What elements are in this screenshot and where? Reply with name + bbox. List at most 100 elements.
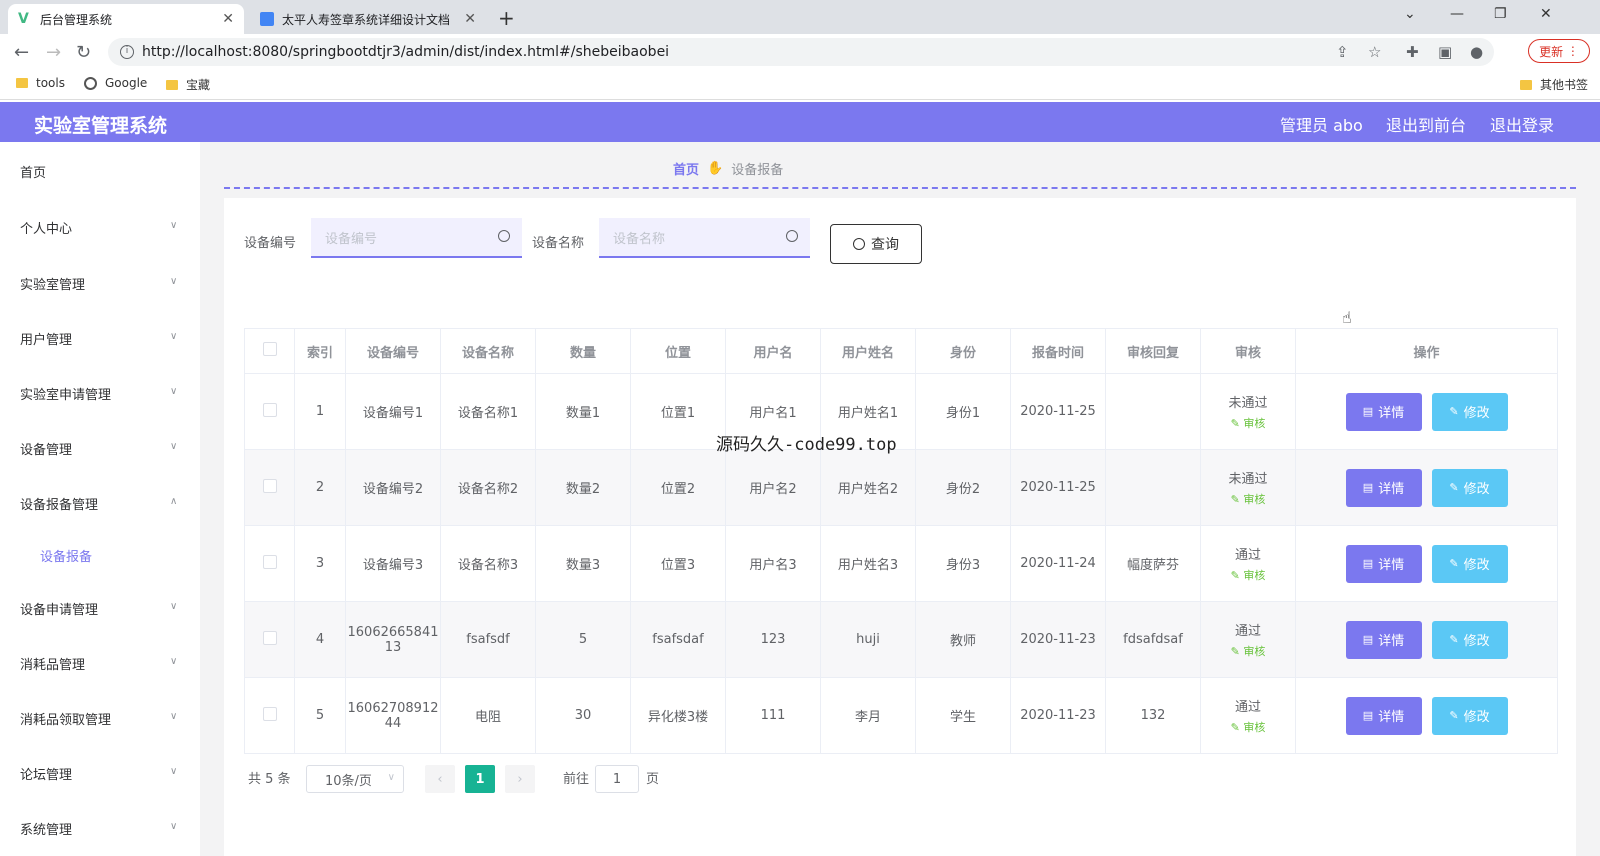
audit-link[interactable]: ✎ 审核	[1201, 491, 1295, 507]
detail-button[interactable]: ▤ 详情	[1345, 392, 1422, 431]
back-to-front-link[interactable]: 退出到前台	[1386, 112, 1466, 136]
window-close-icon[interactable]: ✕	[1540, 6, 1552, 22]
detail-button[interactable]: ▤ 详情	[1345, 620, 1422, 659]
bookmark-tools[interactable]: tools	[16, 76, 65, 90]
folder-icon	[16, 78, 28, 88]
device-no-label: 设备编号	[244, 236, 297, 251]
sidebar-item-device-application[interactable]: 设备申请管理	[20, 599, 98, 618]
detail-button[interactable]: ▤ 详情	[1345, 468, 1422, 507]
sidebar-item-lab[interactable]: 实验室管理	[20, 274, 85, 293]
row-checkbox[interactable]	[262, 478, 277, 493]
chevron-up-icon: ∧	[170, 496, 178, 507]
chevron-down-icon: ∨	[170, 441, 178, 452]
device-name-input[interactable]: 设备名称	[599, 218, 810, 258]
cell-audit: 未通过 ✎ 审核	[1200, 449, 1296, 526]
star-icon[interactable]: ☆	[1368, 43, 1381, 61]
page-size-select[interactable]: 10条/页 ∨	[306, 765, 404, 793]
extensions-icon[interactable]: ✚	[1406, 43, 1419, 61]
minimize-icon[interactable]: —	[1450, 6, 1464, 22]
cell-time: 2020-11-24	[1010, 525, 1106, 602]
logout-link[interactable]: 退出登录	[1490, 112, 1554, 136]
edit-button[interactable]: ✎ 修改	[1431, 392, 1508, 431]
audit-link[interactable]: ✎ 审核	[1201, 719, 1295, 735]
row-checkbox[interactable]	[262, 402, 277, 417]
bookmark-other[interactable]: 其他书签	[1520, 76, 1588, 93]
chevron-down-icon: ∨	[170, 276, 178, 287]
device-no-input[interactable]: 设备编号	[311, 218, 522, 258]
sidebar-item-devices[interactable]: 设备管理	[20, 439, 72, 458]
edit-label: 修改	[1463, 482, 1490, 497]
goto-suffix: 页	[646, 772, 660, 787]
reload-icon[interactable]: ↻	[76, 42, 91, 63]
breadcrumb-home[interactable]: 首页	[673, 159, 699, 178]
audit-link[interactable]: ✎ 审核	[1201, 415, 1295, 431]
side-panel-icon[interactable]: ▣	[1438, 43, 1452, 61]
new-tab-icon[interactable]: +	[498, 6, 515, 30]
cell-device-no: 设备编号1	[345, 373, 441, 450]
query-button[interactable]: 查询	[830, 224, 922, 264]
browser-tab-inactive[interactable]: 太平人寿签章系统详细设计文档 ✕	[250, 4, 486, 34]
page-number-current[interactable]: 1	[465, 765, 495, 793]
sidebar-item-device-report[interactable]: 设备报备管理	[20, 494, 98, 513]
select-all-checkbox[interactable]	[262, 342, 277, 356]
audit-link[interactable]: ✎ 审核	[1201, 643, 1295, 659]
cell-device-name: fsafsdf	[440, 601, 536, 678]
cell-location: 位置1	[630, 373, 726, 450]
edit-button[interactable]: ✎ 修改	[1431, 544, 1508, 583]
folder-icon	[1520, 79, 1532, 90]
sidebar-item-lab-application[interactable]: 实验室申请管理	[20, 384, 111, 403]
sidebar-item-consumables[interactable]: 消耗品管理	[20, 654, 85, 673]
edit-button[interactable]: ✎ 修改	[1431, 468, 1508, 507]
overlay-watermark-text: 源码久久-code99.top	[716, 435, 897, 455]
info-icon[interactable]: i	[120, 45, 134, 59]
cell-identity: 学生	[915, 677, 1011, 754]
vue-icon: V	[18, 11, 29, 27]
edit-label: 修改	[1463, 558, 1490, 573]
row-checkbox[interactable]	[262, 706, 277, 721]
browser-tab-active[interactable]: V 后台管理系统 ✕	[8, 4, 244, 34]
edit-button[interactable]: ✎ 修改	[1431, 620, 1508, 659]
next-page-button[interactable]: ›	[505, 765, 535, 793]
detail-label: 详情	[1378, 558, 1405, 573]
address-bar[interactable]: i http://localhost:8080/springbootdtjr3/…	[108, 38, 1494, 66]
back-icon[interactable]: ←	[14, 42, 29, 63]
detail-button[interactable]: ▤ 详情	[1345, 696, 1422, 735]
row-checkbox[interactable]	[262, 554, 277, 569]
prev-page-button[interactable]: ‹	[425, 765, 455, 793]
forward-icon[interactable]: →	[46, 42, 61, 63]
app-header: 实验室管理系统 管理员 abo 退出到前台 退出登录	[0, 102, 1600, 142]
cell-qty: 数量1	[535, 373, 631, 450]
sidebar-item-forum[interactable]: 论坛管理	[20, 764, 72, 783]
sidebar-item-home[interactable]: 首页	[20, 162, 46, 181]
document-icon: ▤	[1362, 405, 1374, 418]
cell-location: fsafsdaf	[630, 601, 726, 678]
close-icon[interactable]: ✕	[222, 11, 234, 27]
edit-button[interactable]: ✎ 修改	[1431, 696, 1508, 735]
detail-label: 详情	[1378, 710, 1405, 725]
audit-link[interactable]: ✎ 审核	[1201, 567, 1295, 583]
edit-icon: ✎	[1449, 405, 1459, 418]
close-icon[interactable]: ✕	[464, 11, 476, 27]
row-select-cell	[244, 601, 295, 678]
detail-button[interactable]: ▤ 详情	[1345, 544, 1422, 583]
row-checkbox[interactable]	[262, 630, 277, 645]
sidebar-item-consumable-pickup[interactable]: 消耗品领取管理	[20, 709, 111, 728]
share-icon[interactable]: ⇪	[1336, 43, 1349, 61]
document-icon: ▤	[1362, 709, 1374, 722]
profile-icon[interactable]: ●	[1470, 43, 1483, 61]
sidebar-item-system[interactable]: 系统管理	[20, 819, 72, 838]
cell-index: 1	[294, 373, 346, 450]
edit-label: 修改	[1463, 406, 1490, 421]
sidebar-subitem-device-report[interactable]: 设备报备	[40, 546, 92, 565]
chevron-down-icon: ∨	[170, 386, 178, 397]
sidebar-item-users[interactable]: 用户管理	[20, 329, 72, 348]
bookmark-label: 其他书签	[1540, 78, 1589, 92]
cell-device-no: 1606266584113	[345, 601, 441, 678]
update-button[interactable]: 更新 ⋮	[1528, 39, 1590, 63]
sidebar-item-personal-center[interactable]: 个人中心	[20, 218, 72, 237]
tab-search-icon[interactable]: ⌄	[1404, 6, 1416, 22]
restore-icon[interactable]: ❐	[1494, 6, 1507, 22]
goto-page-input[interactable]: 1	[595, 765, 639, 793]
bookmark-treasure[interactable]: 宝藏	[166, 76, 210, 93]
bookmark-google[interactable]: Google	[84, 76, 147, 90]
